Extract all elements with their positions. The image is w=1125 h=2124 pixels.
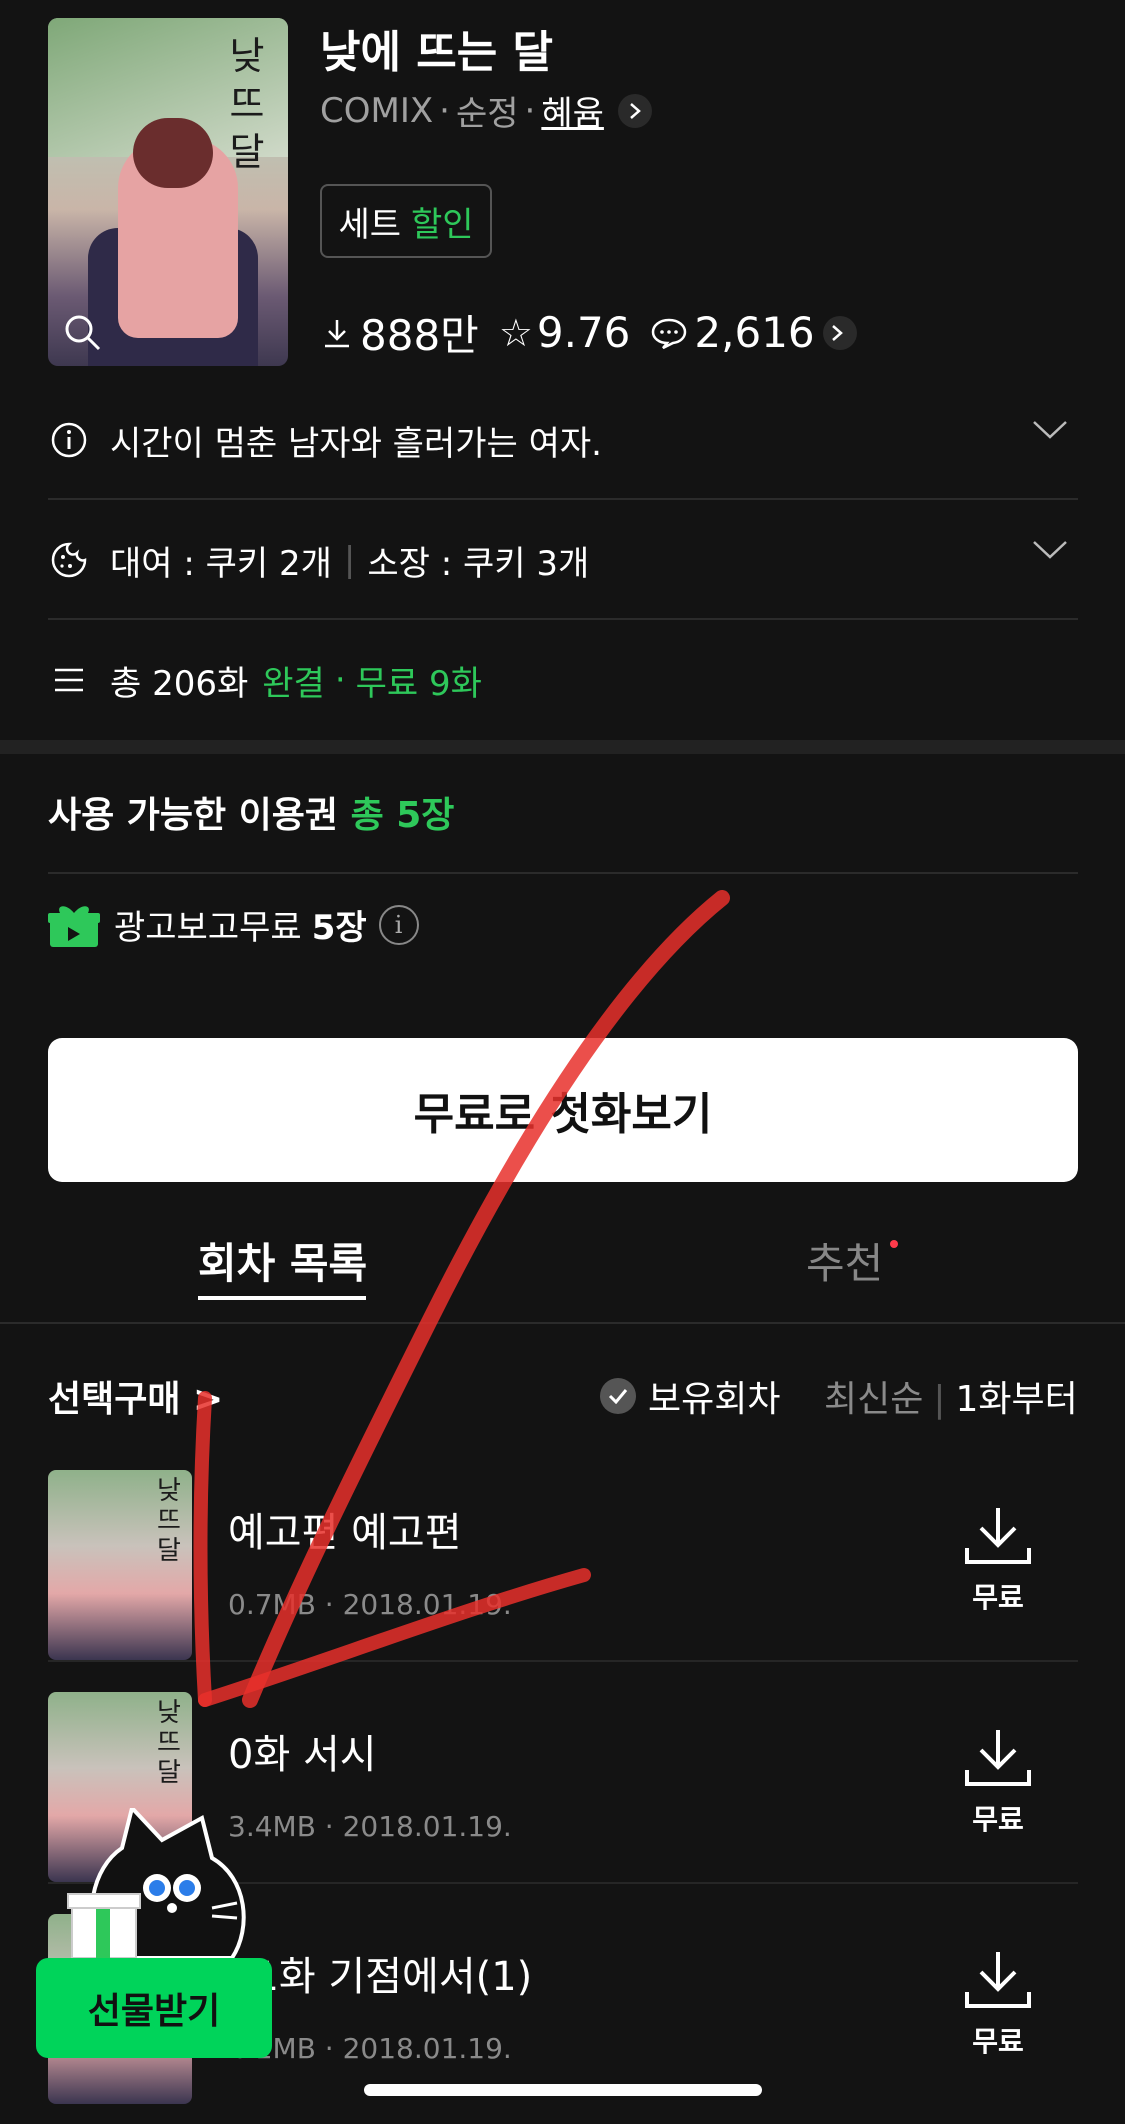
synopsis-row[interactable]: 시간이 멈춘 남자와 흘러가는 여자. — [48, 380, 1078, 500]
publisher-label: COMIX — [320, 90, 434, 131]
downloads-stat: 888만 — [320, 302, 479, 363]
star-icon: ☆ — [498, 310, 533, 355]
tickets-label: 사용 가능한 이용권 — [48, 795, 339, 836]
episode-meta: 0.7MB · 2018.01.19. — [228, 1588, 512, 1621]
rating-stat: ☆ 9.76 — [499, 308, 631, 357]
episode-title: 0화 서시 — [228, 1732, 377, 1778]
episode-count-row: 총 206화 완결 · 무료 9화 — [48, 620, 1078, 740]
dot-separator: · — [334, 660, 346, 700]
episode-meta: 3.4MB · 2018.01.19. — [228, 1810, 512, 1843]
meta-dot: · — [524, 90, 536, 131]
free-episodes: 무료 9화 — [355, 663, 482, 704]
thumb-title-art: 낮뜨달 — [157, 1698, 181, 1788]
info-icon[interactable]: i — [378, 904, 419, 945]
cookie-icon — [48, 539, 90, 581]
sort-first[interactable]: 1화부터 — [956, 1379, 1078, 1420]
comic-title: 낮에 뜨는 달 — [320, 27, 554, 78]
ad-free-label: 광고보고무료 — [114, 908, 302, 948]
sort-options: 최신순 | 1화부터 — [824, 1370, 1078, 1422]
set-discount-button[interactable]: 세트 할인 — [320, 184, 492, 258]
cover-hair — [133, 118, 213, 188]
gift-receive-button[interactable]: 선물받기 — [36, 1958, 272, 2058]
download-icon — [325, 319, 349, 347]
owned-label: 보유회차 — [648, 1379, 781, 1420]
comments-value: 2,616 — [694, 308, 815, 357]
set-label: 세트 — [338, 204, 401, 245]
chevron-down-icon[interactable] — [1032, 540, 1068, 560]
meta-dot: · — [439, 90, 450, 131]
tickets-title: 사용 가능한 이용권 총 5장 — [48, 786, 454, 838]
rating-value: 9.76 — [536, 308, 631, 357]
comment-icon — [652, 318, 687, 349]
own-price: 소장 : 쿠키 3개 — [367, 543, 590, 584]
sort-latest[interactable]: 최신순 — [824, 1379, 923, 1420]
chevron-down-icon[interactable] — [1032, 420, 1068, 440]
episode-title: 예고편 예고편 — [228, 1510, 462, 1556]
genre-label: 순정 — [455, 94, 519, 134]
chevron-right-icon[interactable] — [822, 315, 857, 350]
download-label: 무료 — [972, 1803, 1024, 1836]
cover-title-art: 낮뜨달 — [229, 34, 265, 174]
rent-price: 대여 : 쿠키 2개 — [110, 543, 332, 584]
download-icon — [965, 1952, 1031, 2008]
episode-thumbnail: 낮뜨달 — [48, 1470, 192, 1660]
free-first-episode-button[interactable]: 무료로 첫화보기 — [48, 1038, 1078, 1182]
cat-mascot-icon[interactable] — [62, 1808, 262, 1968]
comic-meta: COMIX · 순정 · 혜윰 — [320, 86, 652, 135]
tab-episodes[interactable]: 회차 목록 — [198, 1230, 367, 1291]
download-label: 무료 — [972, 2025, 1024, 2058]
synopsis-text: 시간이 멈춘 남자와 흘러가는 여자. — [110, 423, 602, 464]
downloads-value: 888만 — [360, 311, 479, 360]
author-link[interactable]: 혜윰 — [541, 86, 604, 135]
price-row[interactable]: 대여 : 쿠키 2개 | 소장 : 쿠키 3개 — [48, 500, 1078, 620]
download-icon — [965, 1730, 1031, 1786]
separator: | — [933, 1379, 946, 1420]
section-separator — [0, 740, 1125, 754]
download-button[interactable]: 무료 — [958, 1726, 1038, 1838]
home-indicator[interactable] — [364, 2084, 762, 2096]
check-icon — [600, 1378, 636, 1414]
total-episodes: 총 206화 — [110, 663, 249, 704]
divider — [48, 1660, 1078, 1662]
ad-ticket-row[interactable]: 광고보고무료 5장 i — [48, 900, 419, 949]
comments-stat[interactable]: 2,616 — [650, 308, 857, 357]
completion-status: 완결 — [262, 663, 325, 704]
tab-underline — [198, 1296, 366, 1300]
tickets-count: 총 5장 — [350, 795, 455, 836]
info-icon — [48, 419, 90, 461]
select-buy-link[interactable]: 선택구매 > — [48, 1370, 223, 1422]
tab-recommend[interactable]: 추천 — [806, 1230, 883, 1291]
gift-icon — [48, 905, 100, 947]
tab-divider — [0, 1322, 1125, 1324]
separator: | — [343, 540, 356, 580]
download-label: 무료 — [972, 1581, 1024, 1614]
download-button[interactable]: 무료 — [958, 1948, 1038, 2060]
discount-label: 할인 — [411, 204, 474, 245]
cover-image[interactable]: 낮뜨달 — [48, 18, 288, 366]
stats-row: 888만 ☆ 9.76 2,616 — [320, 302, 877, 363]
zoom-icon[interactable] — [62, 312, 102, 352]
chevron-right-icon[interactable] — [617, 93, 652, 128]
new-dot — [890, 1240, 898, 1248]
episode-title: 01화 기점에서(1) — [228, 1954, 533, 2000]
episode-item[interactable]: 낮뜨달 예고편 예고편 0.7MB · 2018.01.19. 무료 — [48, 1470, 1078, 1670]
divider — [48, 872, 1078, 874]
download-button[interactable]: 무료 — [958, 1504, 1038, 1616]
owned-filter[interactable]: 보유회차 — [600, 1370, 780, 1422]
list-icon — [48, 659, 90, 701]
download-icon — [965, 1508, 1031, 1564]
thumb-title-art: 낮뜨달 — [157, 1476, 181, 1566]
ad-free-count: 5장 — [311, 908, 367, 948]
